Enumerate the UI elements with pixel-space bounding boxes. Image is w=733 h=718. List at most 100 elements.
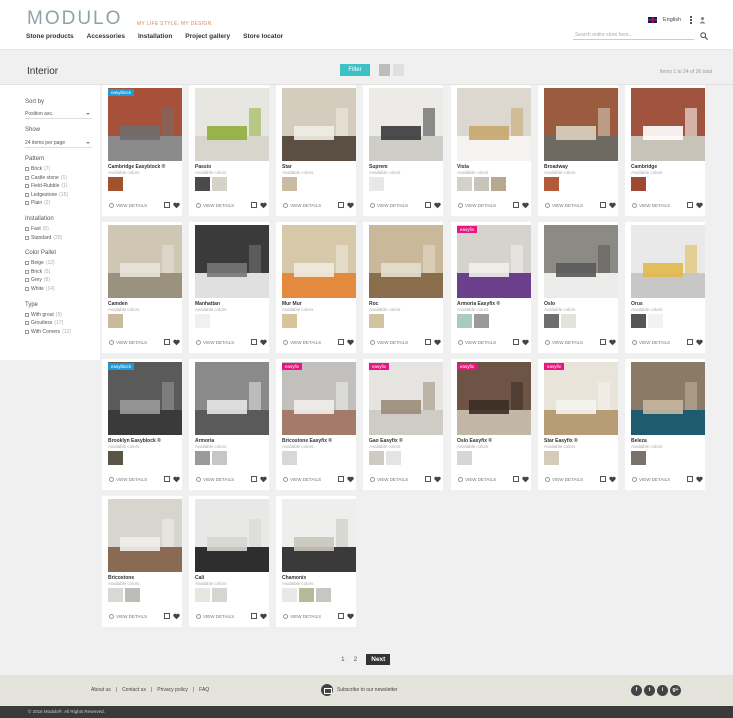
view-details-link[interactable]: VIEW DETAILS (196, 203, 234, 208)
color-swatch[interactable] (544, 451, 559, 465)
product-image[interactable] (282, 225, 356, 298)
checkbox[interactable] (25, 269, 29, 274)
search-icon[interactable] (700, 32, 708, 40)
color-swatch[interactable] (386, 451, 401, 465)
product-card[interactable]: Camden Available colors VIEW DETAILS (102, 222, 182, 353)
checkbox[interactable] (25, 201, 29, 206)
product-card[interactable]: Chamonix Available colors VIEW DETAILS (276, 496, 356, 627)
checkbox[interactable] (25, 278, 29, 283)
product-card[interactable]: Cambridge Available colors VIEW DETAILS (625, 85, 705, 216)
color-swatch[interactable] (195, 177, 210, 191)
color-swatch[interactable] (195, 314, 210, 328)
product-card[interactable]: Broadway Available colors VIEW DETAILS (538, 85, 618, 216)
color-swatch[interactable] (299, 588, 314, 602)
footer-link-faq[interactable]: FAQ (199, 687, 209, 693)
color-swatch[interactable] (195, 588, 210, 602)
heart-icon[interactable] (173, 339, 180, 346)
product-card[interactable]: Star Available colors VIEW DETAILS (276, 85, 356, 216)
product-card[interactable]: Cali Available colors VIEW DETAILS (189, 496, 269, 627)
compare-icon[interactable] (425, 202, 431, 208)
product-image[interactable] (544, 225, 618, 298)
checkbox[interactable] (25, 312, 29, 317)
checkbox[interactable] (25, 192, 29, 197)
heart-icon[interactable] (347, 202, 354, 209)
product-image[interactable]: easyfix (457, 362, 531, 435)
compare-icon[interactable] (600, 339, 606, 345)
view-details-link[interactable]: VIEW DETAILS (370, 340, 408, 345)
color-swatch[interactable] (316, 588, 331, 602)
product-image[interactable]: easyblock (108, 88, 182, 161)
product-card[interactable]: easyfix Armoria Easyfix ® Available colors… (451, 222, 531, 353)
color-swatch[interactable] (631, 177, 646, 191)
compare-icon[interactable] (164, 476, 170, 482)
compare-icon[interactable] (513, 202, 519, 208)
color-swatch[interactable] (544, 177, 559, 191)
heart-icon[interactable] (434, 476, 441, 483)
product-card[interactable]: Armoria Available colors VIEW DETAILS (189, 359, 269, 490)
color-swatch[interactable] (491, 177, 506, 191)
compare-icon[interactable] (164, 339, 170, 345)
color-swatch[interactable] (108, 177, 123, 191)
heart-icon[interactable] (609, 476, 616, 483)
product-card[interactable]: Orus Available colors VIEW DETAILS (625, 222, 705, 353)
product-image[interactable]: easyblock (108, 362, 182, 435)
heart-icon[interactable] (696, 202, 703, 209)
compare-icon[interactable] (338, 339, 344, 345)
color-swatch[interactable] (108, 314, 123, 328)
instagram-icon[interactable]: i (657, 685, 668, 696)
filter-option[interactable]: Field-Rubble (1) (25, 183, 67, 189)
color-swatch[interactable] (212, 177, 227, 191)
product-image[interactable]: easyfix (369, 362, 443, 435)
color-swatch[interactable] (474, 314, 489, 328)
view-details-link[interactable]: VIEW DETAILS (632, 477, 670, 482)
product-image[interactable] (457, 88, 531, 161)
product-card[interactable]: easyfix Bricostone Easyfix ® Available col… (276, 359, 356, 490)
compare-icon[interactable] (687, 339, 693, 345)
product-image[interactable] (631, 225, 705, 298)
filter-option[interactable]: Standard (20) (25, 235, 62, 241)
product-image[interactable] (282, 499, 356, 572)
color-swatch[interactable] (474, 177, 489, 191)
heart-icon[interactable] (173, 476, 180, 483)
product-card[interactable]: Manhattan Available colors VIEW DETAILS (189, 222, 269, 353)
newsletter-link[interactable]: Subscribe to our newsletter (321, 684, 398, 696)
view-details-link[interactable]: VIEW DETAILS (283, 614, 321, 619)
heart-icon[interactable] (522, 202, 529, 209)
compare-icon[interactable] (164, 202, 170, 208)
product-card[interactable]: Bricostone Available colors VIEW DETAILS (102, 496, 182, 627)
view-details-link[interactable]: VIEW DETAILS (458, 477, 496, 482)
view-details-link[interactable]: VIEW DETAILS (109, 340, 147, 345)
heart-icon[interactable] (347, 339, 354, 346)
nav-accessories[interactable]: Accessories (87, 33, 125, 40)
filter-option[interactable]: Grey (9) (25, 277, 50, 283)
product-card[interactable]: Vista Available colors VIEW DETAILS (451, 85, 531, 216)
color-swatch[interactable] (369, 314, 384, 328)
checkbox[interactable] (25, 184, 29, 189)
view-details-link[interactable]: VIEW DETAILS (370, 203, 408, 208)
compare-icon[interactable] (164, 613, 170, 619)
filter-option[interactable]: With Corners (12) (25, 329, 71, 335)
facebook-icon[interactable]: f (631, 685, 642, 696)
product-card[interactable]: Roc Available colors VIEW DETAILS (363, 222, 443, 353)
view-details-link[interactable]: VIEW DETAILS (109, 614, 147, 619)
view-details-link[interactable]: VIEW DETAILS (370, 477, 408, 482)
product-card[interactable]: easyfix Gao Easyfix ® Available colors VIEW… (363, 359, 443, 490)
color-swatch[interactable] (457, 451, 472, 465)
twitter-icon[interactable]: t (644, 685, 655, 696)
color-swatch[interactable] (108, 588, 123, 602)
footer-link-privacy[interactable]: Privacy policy (157, 687, 188, 693)
product-image[interactable] (195, 88, 269, 161)
color-swatch[interactable] (457, 177, 472, 191)
compare-icon[interactable] (513, 339, 519, 345)
compare-icon[interactable] (251, 202, 257, 208)
color-swatch[interactable] (212, 588, 227, 602)
checkbox[interactable] (25, 235, 29, 240)
color-swatch[interactable] (544, 314, 559, 328)
view-details-link[interactable]: VIEW DETAILS (109, 203, 147, 208)
compare-icon[interactable] (251, 339, 257, 345)
compare-icon[interactable] (687, 202, 693, 208)
compare-icon[interactable] (338, 476, 344, 482)
color-swatch[interactable] (108, 451, 123, 465)
color-swatch[interactable] (282, 451, 297, 465)
view-details-link[interactable]: VIEW DETAILS (283, 477, 321, 482)
